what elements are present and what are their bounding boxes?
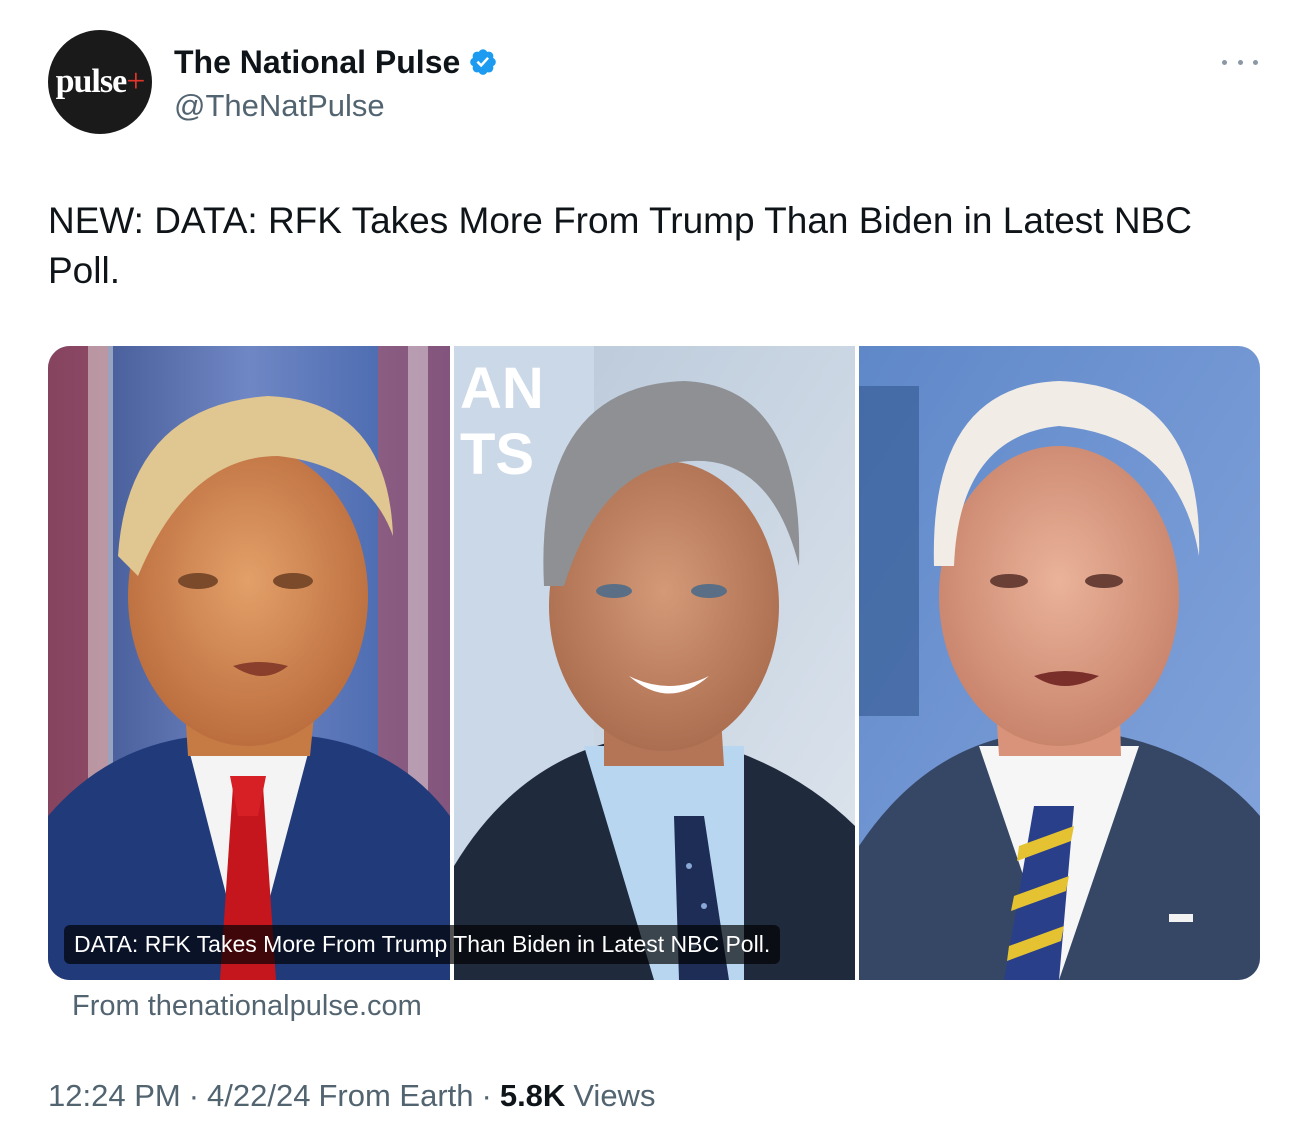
card-photo-right [859, 346, 1260, 980]
more-dot [1222, 59, 1227, 65]
avatar-logo: pulse+ [55, 63, 146, 100]
backdrop-text-line2: TS [460, 422, 534, 487]
more-horizontal-icon[interactable] [1222, 50, 1258, 74]
views-count: 5.8K [499, 1078, 566, 1113]
link-card[interactable]: AN TS DATA: RFK Takes More From Trump Th… [48, 346, 1260, 980]
avatar-logo-plus: + [126, 63, 145, 100]
meta-separator: · [481, 1078, 492, 1113]
timestamp-date[interactable]: 4/22/24 [207, 1078, 310, 1114]
portrait-middle-illustration: AN TS [454, 346, 855, 980]
card-source-link[interactable]: From thenationalpulse.com [72, 990, 422, 1023]
avatar[interactable]: pulse+ [48, 30, 152, 134]
display-name[interactable]: The National Pulse [174, 44, 460, 81]
avatar-logo-text: pulse [55, 63, 128, 100]
client-label: From Earth [318, 1078, 474, 1113]
backdrop-text-line1: AN [460, 356, 544, 421]
more-dot [1253, 59, 1258, 65]
tweet-text: NEW: DATA: RFK Takes More From Trump Tha… [48, 200, 1192, 291]
tweet-meta: 12:24 PM · 4/22/24 From Earth · 5.8K Vie… [48, 1078, 655, 1114]
more-dot [1237, 59, 1243, 65]
card-photo-left [48, 346, 450, 980]
card-caption: DATA: RFK Takes More From Trump Than Bid… [64, 925, 781, 964]
views-label: Views [573, 1078, 656, 1113]
name-row: The National Pulse [174, 40, 498, 84]
card-photo-middle: AN TS [454, 346, 855, 980]
portrait-right-illustration [859, 346, 1260, 980]
handle[interactable]: @TheNatPulse [174, 88, 498, 124]
portrait-left-illustration [48, 346, 450, 980]
meta-separator: · [188, 1078, 200, 1113]
timestamp-time[interactable]: 12:24 PM [48, 1078, 181, 1114]
author-block: The National Pulse @TheNatPulse [174, 40, 498, 124]
verified-badge-icon[interactable] [468, 47, 498, 77]
